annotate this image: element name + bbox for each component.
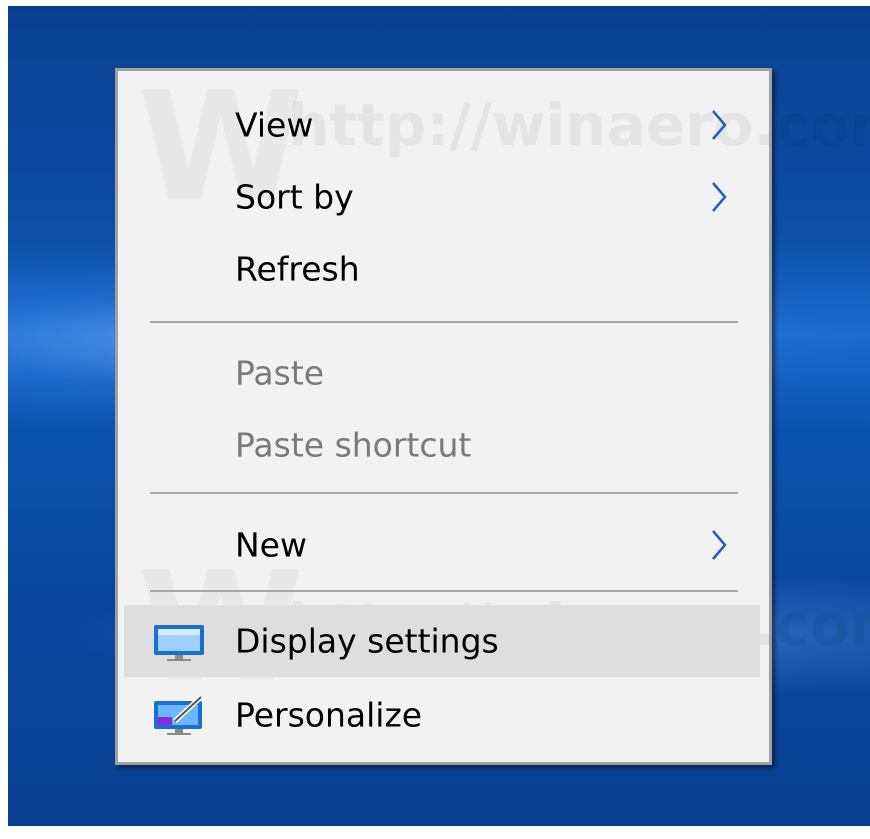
menu-item-personalize[interactable]: Personalize	[124, 679, 760, 751]
menu-item-refresh[interactable]: Refresh	[124, 233, 760, 305]
submenu-arrow-icon	[712, 530, 727, 560]
menu-item-label: View	[235, 105, 314, 145]
menu-item-label: Sort by	[235, 177, 354, 217]
menu-item-paste: Paste	[124, 337, 760, 409]
menu-separator	[150, 492, 738, 494]
desktop-context-menu: W W http://winaero.com http://winaero.co…	[115, 61, 870, 765]
personalize-icon	[154, 695, 203, 735]
menu-item-label: Display settings	[235, 621, 499, 661]
submenu-arrow-icon	[712, 182, 727, 212]
menu-item-label: New	[235, 525, 307, 565]
menu-item-sort-by[interactable]: Sort by	[124, 161, 760, 233]
menu-item-paste-shortcut: Paste shortcut	[124, 409, 760, 481]
menu-item-display-settings[interactable]: Display settings	[124, 605, 760, 677]
menu-item-label: Paste	[235, 353, 325, 393]
display-icon	[154, 625, 204, 661]
menu-item-view[interactable]: View	[124, 89, 760, 161]
submenu-arrow-icon	[712, 110, 727, 140]
menu-item-label: Refresh	[235, 249, 360, 289]
menu-item-new[interactable]: New	[124, 509, 760, 581]
menu-separator	[150, 321, 738, 323]
menu-separator	[150, 590, 738, 592]
menu-item-label: Personalize	[235, 695, 423, 735]
menu-item-label: Paste shortcut	[235, 425, 472, 465]
